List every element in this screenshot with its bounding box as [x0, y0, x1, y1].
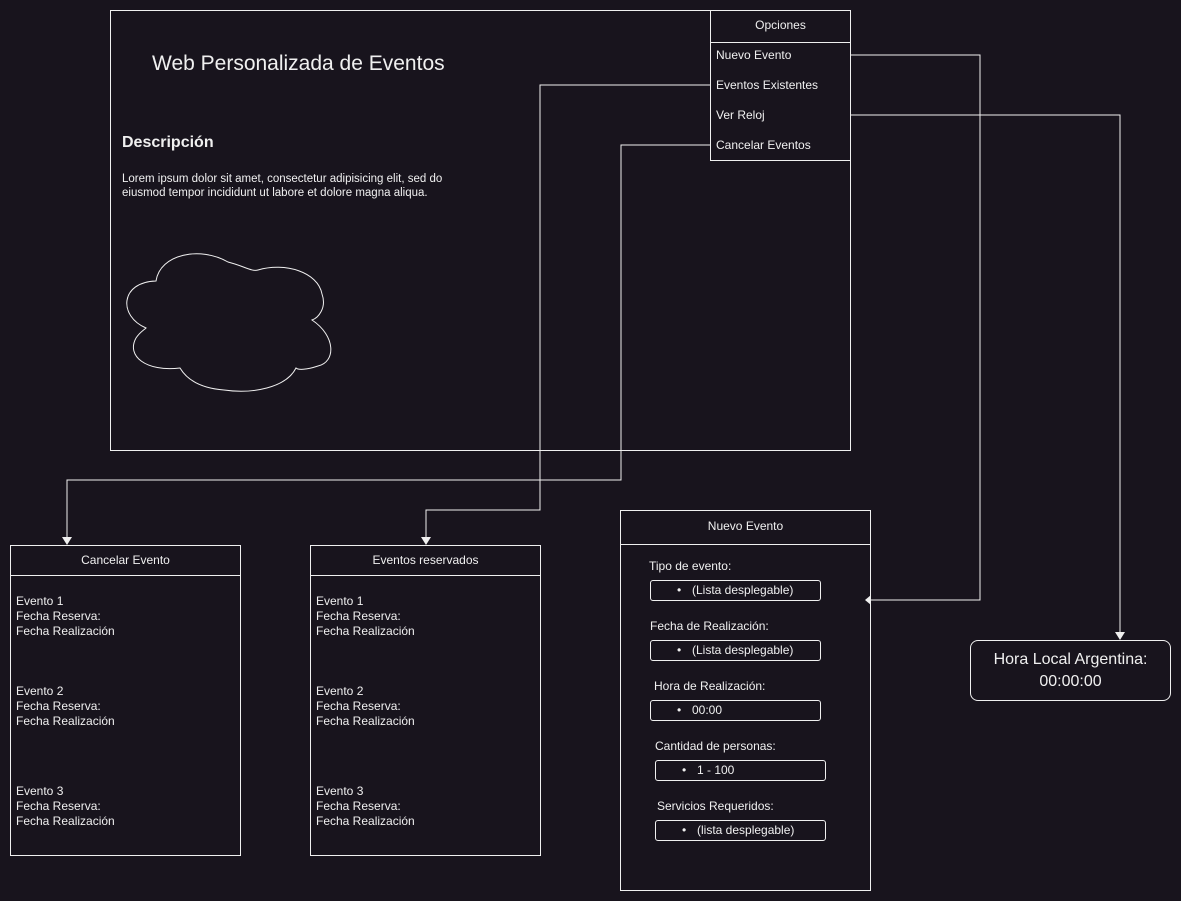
bullet-icon: •: [682, 763, 687, 777]
new-event-panel-header: Nuevo Evento: [621, 511, 870, 545]
event-name: Evento 3: [316, 784, 364, 798]
clock-label: Hora Local Argentina:: [993, 651, 1148, 668]
event-name: Evento 3: [16, 784, 64, 798]
list-item[interactable]: Evento 2 Fecha Reserva: Fecha Realizació…: [16, 684, 115, 729]
list-item[interactable]: Evento 3 Fecha Reserva: Fecha Realizació…: [16, 784, 115, 829]
reserved-panel-header: Eventos reservados: [311, 546, 540, 576]
options-menu: Opciones Nuevo Evento Eventos Existentes…: [710, 10, 851, 161]
local-clock-box: Hora Local Argentina: 00:00:00: [970, 640, 1171, 701]
new-event-panel: Nuevo Evento Tipo de evento: • (Lista de…: [620, 510, 871, 891]
event-done-date: Fecha Realización: [316, 814, 415, 828]
connector-ver-reloj: [851, 114, 1121, 638]
people-count-value: 1 - 100: [697, 763, 735, 777]
event-reserve-date: Fecha Reserva:: [316, 699, 401, 713]
event-done-date: Fecha Realización: [316, 714, 415, 728]
bullet-icon: •: [677, 703, 682, 717]
event-reserve-date: Fecha Reserva:: [16, 609, 101, 623]
event-done-date: Fecha Realización: [16, 624, 115, 638]
bullet-icon: •: [682, 823, 687, 837]
event-type-value: (Lista desplegable): [692, 583, 794, 597]
menu-item-cancelar-eventos[interactable]: Cancelar Eventos: [716, 138, 811, 152]
page-title: Web Personalizada de Eventos: [152, 52, 445, 75]
event-time-input[interactable]: • 00:00: [650, 700, 821, 721]
cancel-panel-header: Cancelar Evento: [11, 546, 240, 576]
event-done-date: Fecha Realización: [16, 714, 115, 728]
event-reserve-date: Fecha Reserva:: [16, 799, 101, 813]
bullet-icon: •: [677, 643, 682, 657]
event-date-label: Fecha de Realización:: [650, 619, 769, 633]
list-item[interactable]: Evento 1 Fecha Reserva: Fecha Realizació…: [316, 594, 415, 639]
event-time-label: Hora de Realización:: [654, 679, 766, 693]
event-reserve-date: Fecha Reserva:: [16, 699, 101, 713]
event-reserve-date: Fecha Reserva:: [316, 799, 401, 813]
description-heading: Descripción: [122, 134, 214, 151]
list-item[interactable]: Evento 2 Fecha Reserva: Fecha Realizació…: [316, 684, 415, 729]
services-select[interactable]: • (lista desplegable): [655, 820, 826, 841]
people-count-select[interactable]: • 1 - 100: [655, 760, 826, 781]
description-text: Lorem ipsum dolor sit amet, consectetur …: [122, 173, 443, 199]
event-name: Evento 2: [316, 684, 364, 698]
arrowhead-cancelar-eventos: [62, 537, 72, 545]
bullet-icon: •: [677, 583, 682, 597]
list-item[interactable]: Evento 3 Fecha Reserva: Fecha Realizació…: [316, 784, 415, 829]
event-name: Evento 2: [16, 684, 64, 698]
event-type-label: Tipo de evento:: [649, 559, 732, 573]
event-name: Evento 1: [316, 594, 364, 608]
options-menu-header: Opciones: [711, 11, 850, 43]
services-label: Servicios Requeridos:: [657, 799, 774, 813]
event-done-date: Fecha Realización: [16, 814, 115, 828]
arrowhead-ver-reloj: [1115, 632, 1125, 640]
menu-item-eventos-existentes[interactable]: Eventos Existentes: [716, 78, 818, 92]
arrowhead-eventos-existentes: [421, 537, 431, 545]
event-time-value: 00:00: [692, 703, 723, 717]
event-reserve-date: Fecha Reserva:: [316, 609, 401, 623]
event-date-value: (Lista desplegable): [692, 643, 794, 657]
event-date-select[interactable]: • (Lista desplegable): [650, 640, 821, 661]
cancel-event-panel: Cancelar Evento Evento 1 Fecha Reserva: …: [10, 545, 241, 856]
event-done-date: Fecha Realización: [316, 624, 415, 638]
menu-item-ver-reloj[interactable]: Ver Reloj: [716, 108, 765, 122]
reserved-events-panel: Eventos reservados Evento 1 Fecha Reserv…: [310, 545, 541, 856]
event-name: Evento 1: [16, 594, 64, 608]
clock-time: 00:00:00: [1039, 673, 1102, 690]
menu-item-nuevo-evento[interactable]: Nuevo Evento: [716, 48, 791, 62]
list-item[interactable]: Evento 1 Fecha Reserva: Fecha Realizació…: [16, 594, 115, 639]
people-count-label: Cantidad de personas:: [655, 739, 776, 753]
services-value: (lista desplegable): [697, 823, 795, 837]
event-type-select[interactable]: • (Lista desplegable): [650, 580, 821, 601]
